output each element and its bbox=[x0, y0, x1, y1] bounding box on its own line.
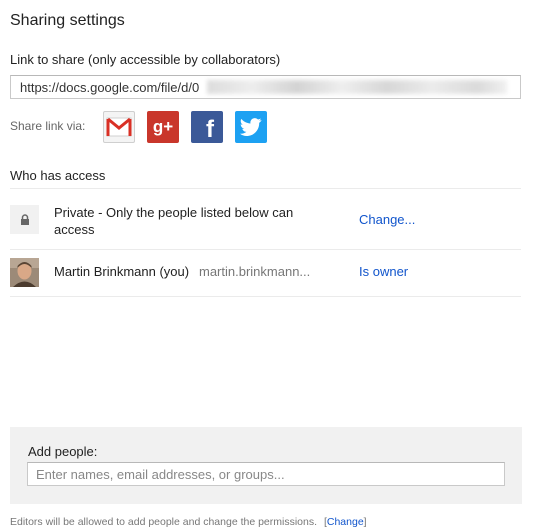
avatar bbox=[10, 258, 39, 287]
facebook-button[interactable]: f bbox=[191, 111, 223, 143]
twitter-button[interactable] bbox=[235, 111, 267, 143]
google-plus-icon: g+ bbox=[152, 117, 174, 136]
footer-note: Editors will be allowed to add people an… bbox=[10, 516, 367, 528]
gmail-button[interactable] bbox=[103, 111, 135, 143]
change-editor-permissions-link[interactable]: Change bbox=[327, 516, 364, 528]
visibility-description: Private - Only the people listed below c… bbox=[54, 205, 294, 237]
google-plus-button[interactable]: g+ bbox=[147, 111, 179, 143]
owner-name: Martin Brinkmann (you) bbox=[54, 264, 190, 279]
lock-icon bbox=[20, 213, 29, 225]
divider bbox=[10, 249, 521, 250]
dialog-title: Sharing settings bbox=[10, 12, 125, 29]
divider bbox=[10, 188, 521, 189]
gmail-icon bbox=[106, 117, 132, 137]
add-people-label: Add people: bbox=[28, 444, 98, 459]
footer-bracket-close: ] bbox=[363, 516, 367, 528]
redacted-url-blur bbox=[207, 80, 507, 94]
divider bbox=[10, 296, 521, 297]
who-has-access-heading: Who has access bbox=[10, 168, 106, 183]
twitter-icon bbox=[240, 118, 262, 136]
share-link-via-label: Share link via: bbox=[10, 119, 86, 133]
link-to-share-label: Link to share (only accessible by collab… bbox=[10, 52, 281, 67]
owner-role: Is owner bbox=[359, 264, 409, 279]
lock-icon-box bbox=[10, 205, 39, 234]
facebook-icon: f bbox=[206, 116, 214, 143]
footer-text: Editors will be allowed to add people an… bbox=[10, 516, 318, 528]
share-link-url: https://docs.google.com/file/d/0 bbox=[20, 80, 200, 95]
share-link-field[interactable]: https://docs.google.com/file/d/0 bbox=[10, 75, 521, 99]
add-people-panel: Add people: bbox=[10, 427, 522, 504]
add-people-input[interactable] bbox=[27, 462, 505, 486]
change-visibility-link[interactable]: Change... bbox=[359, 212, 415, 227]
owner-email: martin.brinkmann... bbox=[199, 264, 311, 279]
